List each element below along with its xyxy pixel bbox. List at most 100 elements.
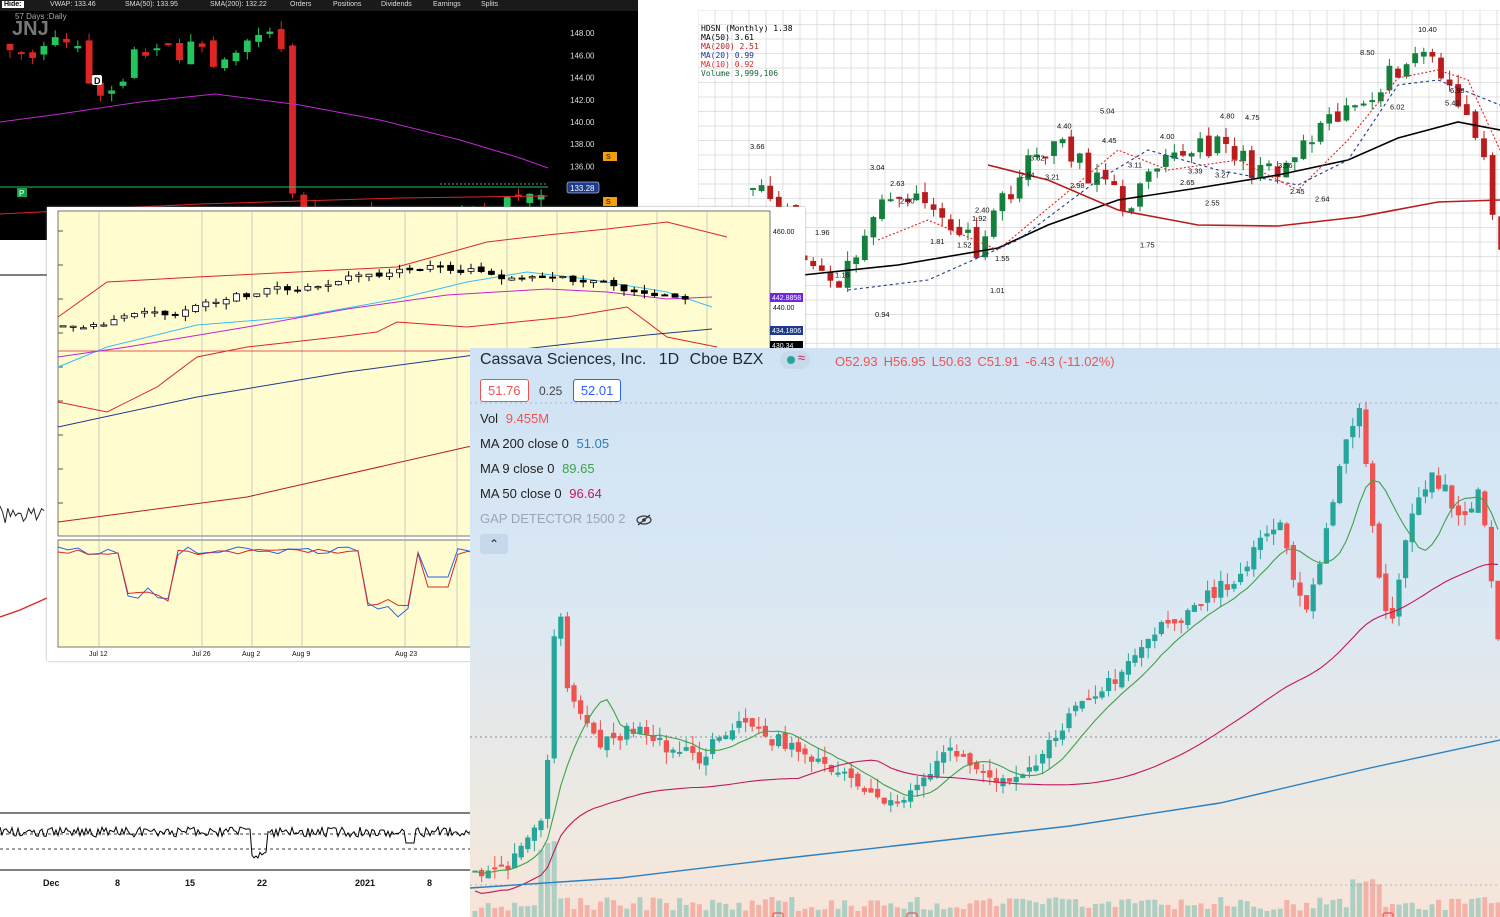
volume-bar	[1158, 904, 1164, 917]
volume-bar	[756, 904, 762, 917]
candle-body	[1395, 68, 1401, 78]
candle-body	[853, 257, 860, 265]
gap-detector-legend[interactable]: GAP DETECTOR 1500 2	[480, 511, 653, 526]
candle-body	[1469, 508, 1475, 513]
candle-body	[1442, 484, 1448, 492]
candle-body	[1172, 619, 1178, 624]
candle-body	[887, 199, 894, 202]
volume-bar	[1145, 899, 1151, 917]
candle-body	[355, 274, 363, 277]
candle-body	[1475, 489, 1481, 513]
candle-body	[835, 772, 841, 775]
volume-bar	[1251, 906, 1257, 917]
volume-bar	[1152, 899, 1158, 917]
candle-body	[1416, 497, 1422, 515]
candle-body	[426, 265, 434, 270]
volume-bar	[967, 903, 973, 917]
volume-bar	[1436, 899, 1442, 917]
candle-body	[620, 284, 628, 292]
candle-body	[477, 266, 485, 272]
candle-body	[671, 293, 679, 298]
hdsn-legend-ma20: MA(20) 0.99	[701, 51, 754, 60]
hdsn-price-label: 1.55	[995, 254, 1010, 263]
jnj-ytick-label: 144.00	[570, 74, 595, 83]
candle-body	[255, 34, 263, 42]
candle-body	[1231, 146, 1238, 160]
change-value: -6.43 (-11.02%)	[1025, 354, 1115, 369]
sell-button[interactable]: 51.76	[480, 379, 529, 402]
volume-bar	[1046, 898, 1052, 917]
candle-body	[973, 226, 980, 258]
candle-body	[69, 325, 77, 328]
volume-bar	[1310, 908, 1316, 917]
candle-body	[921, 777, 927, 787]
volume-bar	[1218, 897, 1224, 917]
last-price-label: 133.28	[570, 184, 595, 193]
eye-hidden-icon[interactable]	[635, 514, 653, 526]
volume-bar	[1086, 907, 1092, 917]
candle-body	[266, 31, 274, 34]
candle-body	[590, 280, 597, 284]
candle-body	[1248, 150, 1255, 179]
volume-bar	[518, 906, 524, 917]
symbol-title[interactable]: Cassava Sciences, Inc.	[480, 351, 646, 368]
candle-body	[894, 801, 901, 804]
s-marker-label: S	[606, 199, 611, 206]
volume-bar	[875, 900, 881, 917]
candle-body	[1158, 622, 1165, 635]
candle-body	[436, 265, 444, 268]
candle-body	[209, 40, 217, 67]
vol-label: Vol	[480, 411, 499, 426]
ma200-legend[interactable]: MA 200 close 0 51.05	[480, 436, 609, 451]
cassava-plot	[470, 401, 1500, 917]
ma9-legend[interactable]: MA 9 close 0 89.65	[480, 461, 595, 476]
volume-bar	[723, 903, 729, 917]
volume-bar	[644, 910, 650, 917]
collapse-legend-button[interactable]: ⌃	[480, 534, 508, 554]
candle-body	[934, 760, 940, 778]
volume-bar	[1488, 903, 1494, 917]
candle-body	[1403, 540, 1409, 579]
candle-body	[1218, 580, 1224, 598]
hdsn-plot: 3.66 1.96 1.16 0.94 3.04 2.60 2.63 1.81 1.52 2.40…	[698, 10, 1500, 355]
volume-bar	[921, 909, 927, 917]
buy-button[interactable]: 52.01	[572, 379, 622, 402]
candle-body	[1429, 52, 1436, 57]
candle-body	[922, 192, 928, 204]
hdsn-price-label: 1.81	[930, 237, 945, 246]
candle-body	[1343, 105, 1350, 121]
candle-body	[879, 199, 885, 219]
candle-body	[947, 747, 953, 751]
volume-bar	[1125, 899, 1131, 917]
candle-body	[1073, 705, 1079, 712]
candle-body	[131, 313, 138, 318]
candle-body	[1317, 122, 1324, 142]
candle-body	[1132, 655, 1138, 663]
ma50-legend[interactable]: MA 50 close 0 96.64	[480, 486, 602, 501]
candle-body	[750, 187, 756, 190]
volume-bar	[743, 910, 749, 917]
candle-body	[1180, 151, 1186, 156]
volume-bar	[1370, 879, 1376, 917]
candle-body	[192, 305, 200, 312]
volume-bar	[1290, 904, 1296, 917]
candle-body	[965, 229, 971, 233]
hdsn-price-label: 1.01	[990, 286, 1005, 295]
candle-body	[232, 52, 240, 62]
market-status-icon[interactable]: ≈	[779, 350, 810, 369]
interval-label[interactable]: 1D	[659, 351, 679, 368]
candle-body	[769, 739, 775, 746]
candle-body	[1026, 767, 1033, 772]
candle-body	[63, 38, 70, 43]
bid-ask-row: 51.76 0.25 52.01	[480, 379, 622, 402]
gap-detector-label: GAP DETECTOR 1500 2	[480, 511, 626, 526]
candle-body	[263, 288, 271, 295]
candle-body	[1244, 566, 1250, 572]
vol-legend[interactable]: Vol 9.455M	[480, 411, 549, 426]
hdsn-price-label: 2.63	[890, 179, 905, 188]
volume-bar	[716, 902, 722, 917]
candle-body	[756, 726, 762, 729]
candle-body	[641, 290, 648, 294]
candle-body	[810, 260, 817, 267]
candle-body	[164, 43, 172, 46]
